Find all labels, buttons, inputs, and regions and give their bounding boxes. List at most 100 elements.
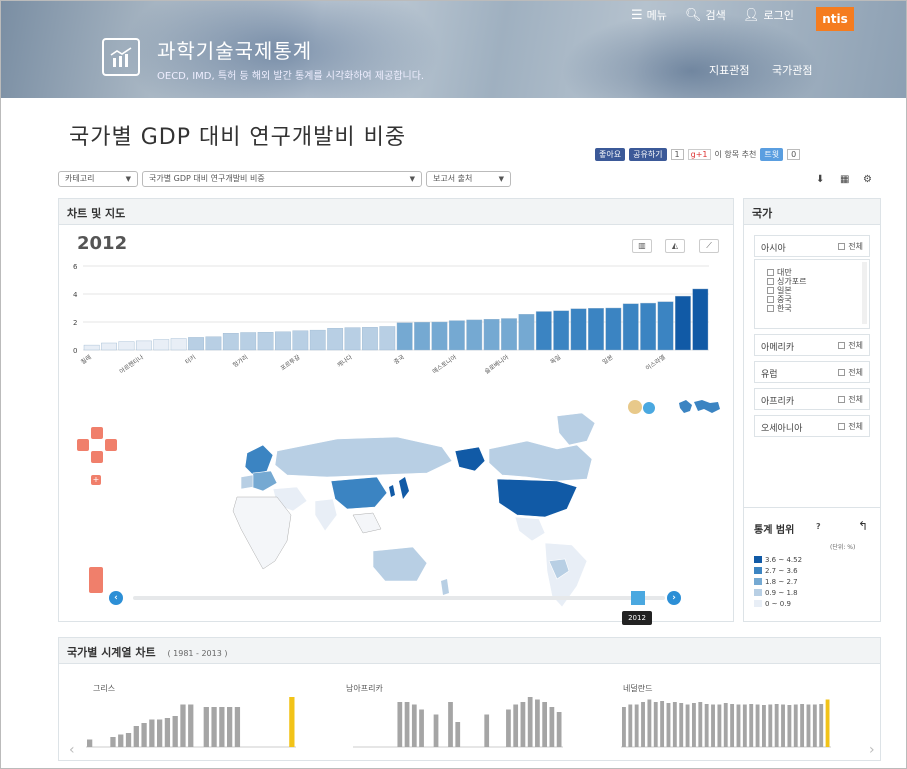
login-button[interactable]: 👤︎ 로그인	[743, 7, 794, 23]
legend-swatch	[754, 600, 762, 607]
pan-up-button[interactable]	[91, 427, 103, 439]
bar	[292, 330, 309, 351]
region-asia-all-checkbox[interactable]: 전체	[838, 241, 863, 252]
timeseries-title: 국가별 시계열 차트	[67, 646, 156, 659]
pan-right-button[interactable]	[105, 439, 117, 451]
bar	[275, 331, 291, 351]
bar	[483, 318, 500, 351]
help-icon[interactable]: ?	[816, 522, 821, 531]
legend-unit: (단위: %)	[830, 544, 856, 551]
country-item-korea[interactable]: 한국	[767, 304, 869, 313]
brand-title[interactable]: 과학기술국제통계	[157, 35, 312, 64]
download-icon[interactable]: ⬇	[816, 174, 824, 185]
pan-left-button[interactable]	[77, 439, 89, 451]
legend-item-bin2: 1.8 ~ 2.7	[754, 578, 798, 586]
mini-chart-netherlands[interactable]	[621, 691, 831, 749]
mini-bar	[825, 699, 830, 747]
mini-bar	[781, 704, 785, 747]
mini-bar	[527, 697, 533, 747]
category-select[interactable]: 카테고리 ▼	[58, 171, 138, 187]
region-africa-all-checkbox[interactable]: 전체	[838, 394, 863, 405]
source-select[interactable]: 보고서 출처 ▼	[426, 171, 511, 187]
subnav-indicator-view[interactable]: 지표관점	[709, 62, 749, 78]
menu-button[interactable]: ☰ 메뉴	[631, 7, 667, 23]
gplus-button[interactable]: g+1	[687, 149, 711, 160]
country-item-singapore[interactable]: 싱가포르	[767, 277, 869, 286]
pan-down-button[interactable]	[91, 451, 103, 463]
year-slider-track[interactable]	[133, 596, 665, 600]
mini-chart-south-africa[interactable]	[353, 691, 563, 749]
x-tick-label: 캐나다	[336, 353, 355, 369]
zoom-slider[interactable]	[89, 567, 103, 593]
region-americas-label: 아메리카	[761, 343, 795, 353]
reset-icon[interactable]: ↰	[858, 519, 868, 533]
mini-bar	[800, 704, 805, 747]
site-logo-icon[interactable]	[102, 38, 140, 76]
source-select-value: 보고서 출처	[433, 174, 473, 183]
search-icon: 🔍︎	[685, 7, 702, 23]
search-button[interactable]: 🔍︎ 검색	[685, 7, 726, 23]
asia-country-list: 대만 싱가포르 일본 중국 한국	[754, 259, 870, 329]
region-oceania-all-checkbox[interactable]: 전체	[838, 421, 863, 432]
mini-bar	[653, 702, 658, 747]
mini-bar	[188, 704, 194, 747]
x-tick-label: 독일	[549, 353, 563, 366]
country-item-china[interactable]: 중국	[767, 295, 869, 304]
facebook-share-button[interactable]: 공유하기	[629, 148, 667, 161]
legend-item-bin4: 3.6 ~ 4.52	[754, 556, 802, 564]
mini-chart-greece[interactable]	[86, 691, 296, 749]
region-asia[interactable]: 아시아 전체	[754, 235, 870, 257]
mini-bar	[164, 718, 171, 747]
mini-bar	[397, 702, 403, 747]
region-americas-all-checkbox[interactable]: 전체	[838, 340, 863, 351]
gear-icon[interactable]: ⚙	[863, 174, 872, 185]
bar	[101, 342, 117, 351]
mini-bar	[749, 704, 754, 747]
area-chart-type-icon[interactable]: ◭	[665, 239, 685, 253]
mini-bar	[628, 704, 633, 747]
ntis-logo-button[interactable]: ntis	[816, 7, 854, 31]
carousel-next-icon[interactable]: ›	[869, 742, 875, 758]
mini-bar	[622, 707, 626, 747]
region-europe[interactable]: 유럽 전체	[754, 361, 870, 383]
x-tick-label: 헝가리	[231, 353, 249, 369]
year-slider-handle[interactable]	[631, 591, 645, 605]
carousel-prev-icon[interactable]: ‹	[69, 742, 75, 758]
facebook-like-button[interactable]: 좋아요	[595, 148, 626, 161]
mini-bar	[419, 709, 424, 747]
bar-chart-type-icon[interactable]: ▥	[632, 239, 652, 253]
mini-bar	[149, 719, 155, 747]
list-scrollbar[interactable]	[862, 262, 867, 324]
country-item-japan[interactable]: 일본	[767, 286, 869, 295]
mini-bar	[736, 704, 741, 747]
legend-swatch	[754, 589, 762, 596]
bar	[692, 288, 709, 351]
zoom-in-button[interactable]: +	[91, 475, 101, 485]
next-year-button[interactable]: ›	[667, 591, 681, 605]
bar	[535, 311, 552, 351]
prev-year-button[interactable]: ‹	[109, 591, 123, 605]
mini-bar	[711, 704, 715, 747]
legend-swatch	[754, 567, 762, 574]
region-africa[interactable]: 아프리카 전체	[754, 388, 870, 410]
mini-bar	[755, 704, 760, 747]
menu-label: 메뉴	[646, 9, 667, 22]
grid-icon[interactable]: ▦	[840, 174, 849, 185]
indicator-select-value: 국가별 GDP 대비 연구개발비 비중	[149, 174, 265, 183]
world-map	[232, 412, 596, 608]
mini-bar	[774, 704, 779, 747]
line-chart-type-icon[interactable]: ⟋	[699, 239, 719, 253]
timeseries-panel-head: 국가별 시계열 차트 ( 1981 - 2013 )	[59, 638, 880, 664]
mini-bar	[219, 707, 225, 747]
region-europe-all-checkbox[interactable]: 전체	[838, 367, 863, 378]
mini-bar	[660, 701, 665, 747]
country-item-taiwan[interactable]: 대만	[767, 268, 869, 277]
x-tick-label: 슬로베니아	[483, 353, 511, 376]
mini-bar	[227, 707, 233, 747]
tweet-button[interactable]: 트윗	[760, 148, 784, 161]
region-americas[interactable]: 아메리카 전체	[754, 334, 870, 356]
subnav-country-view[interactable]: 국가관점	[772, 62, 812, 78]
country-panel-title: 국가	[744, 199, 880, 225]
indicator-select[interactable]: 국가별 GDP 대비 연구개발비 비중 ▼	[142, 171, 422, 187]
region-oceania[interactable]: 오세아니아 전체	[754, 415, 870, 437]
